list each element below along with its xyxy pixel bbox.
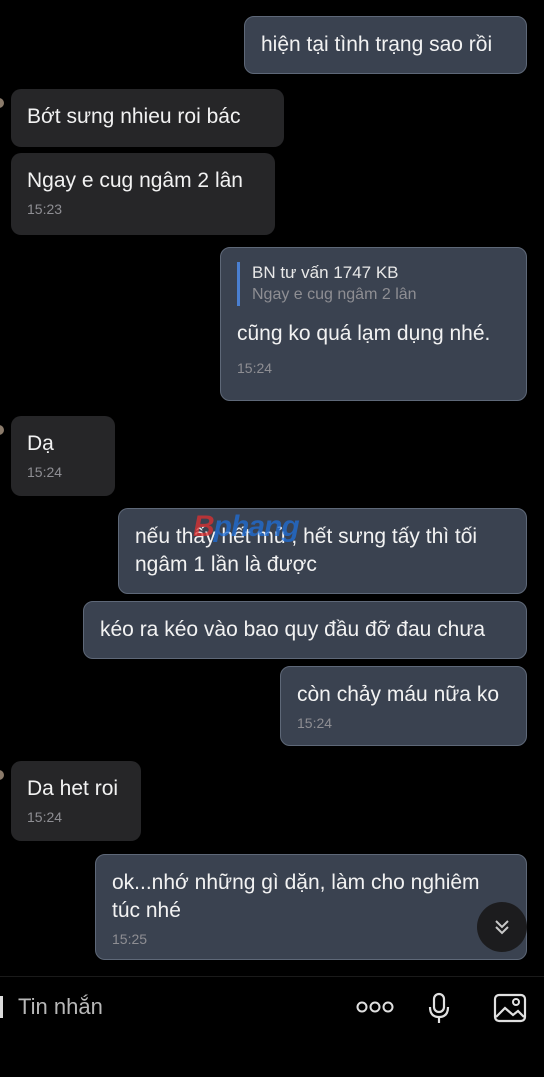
scroll-to-bottom-button[interactable] (477, 902, 527, 952)
message-text: nếu thấy hết mủ , hết sưng tấy thì tối n… (135, 525, 478, 576)
message-text: ok...nhớ những gì dặn, làm cho nghiêm tú… (112, 871, 480, 922)
chevron-double-down-icon (495, 920, 509, 935)
message-time: 15:25 (112, 931, 148, 947)
avatar (0, 425, 4, 435)
reply-quote[interactable]: BN tư vấn 1747 KB Ngay e cug ngâm 2 lân (237, 262, 510, 306)
message-text: kéo ra kéo vào bao quy đầu đỡ đau chưa (100, 618, 486, 641)
message-sent[interactable]: còn chảy máu nữa ko 15:24 (280, 666, 527, 746)
message-received[interactable]: Ngay e cug ngâm 2 lân 15:23 (11, 153, 275, 235)
message-received[interactable]: Dạ 15:24 (11, 416, 115, 496)
message-text: còn chảy máu nữa ko (297, 683, 500, 706)
quote-text: Ngay e cug ngâm 2 lân (252, 286, 417, 303)
message-text: Da het roi (27, 777, 119, 800)
message-text: Dạ (27, 432, 54, 455)
message-sent[interactable]: nếu thấy hết mủ , hết sưng tấy thì tối n… (118, 508, 527, 594)
message-sent[interactable]: hiện tại tình trạng sao rồi (244, 16, 527, 74)
text-cursor (0, 996, 3, 1018)
message-time: 15:24 (237, 360, 273, 376)
message-text: Bớt sưng nhieu roi bác (27, 105, 241, 128)
avatar (0, 98, 4, 108)
message-sent[interactable]: ok...nhớ những gì dặn, làm cho nghiêm tú… (95, 854, 527, 960)
message-sent[interactable]: kéo ra kéo vào bao quy đầu đỡ đau chưa (83, 601, 527, 659)
message-time: 15:23 (27, 201, 63, 217)
image-icon[interactable] (493, 993, 527, 1028)
message-text: Ngay e cug ngâm 2 lân (27, 169, 243, 192)
message-text: hiện tại tình trạng sao rồi (261, 33, 493, 56)
message-text: cũng ko quá lạm dụng nhé. (237, 322, 491, 345)
message-input[interactable]: Tin nhắn (18, 994, 103, 1020)
composer-bar (0, 976, 544, 1077)
avatar (0, 770, 4, 780)
watermark-logo: Bphang (193, 510, 300, 543)
message-time: 15:24 (297, 715, 333, 731)
message-sent[interactable]: BN tư vấn 1747 KB Ngay e cug ngâm 2 lân … (220, 247, 527, 401)
quote-title: BN tư vấn 1747 KB (252, 263, 399, 282)
message-time: 15:24 (27, 809, 63, 825)
microphone-icon[interactable] (428, 992, 450, 1029)
more-options-icon[interactable] (356, 1000, 394, 1019)
message-received[interactable]: Bớt sưng nhieu roi bác (11, 89, 284, 147)
message-received[interactable]: Da het roi 15:24 (11, 761, 141, 841)
message-time: 15:24 (27, 464, 63, 480)
